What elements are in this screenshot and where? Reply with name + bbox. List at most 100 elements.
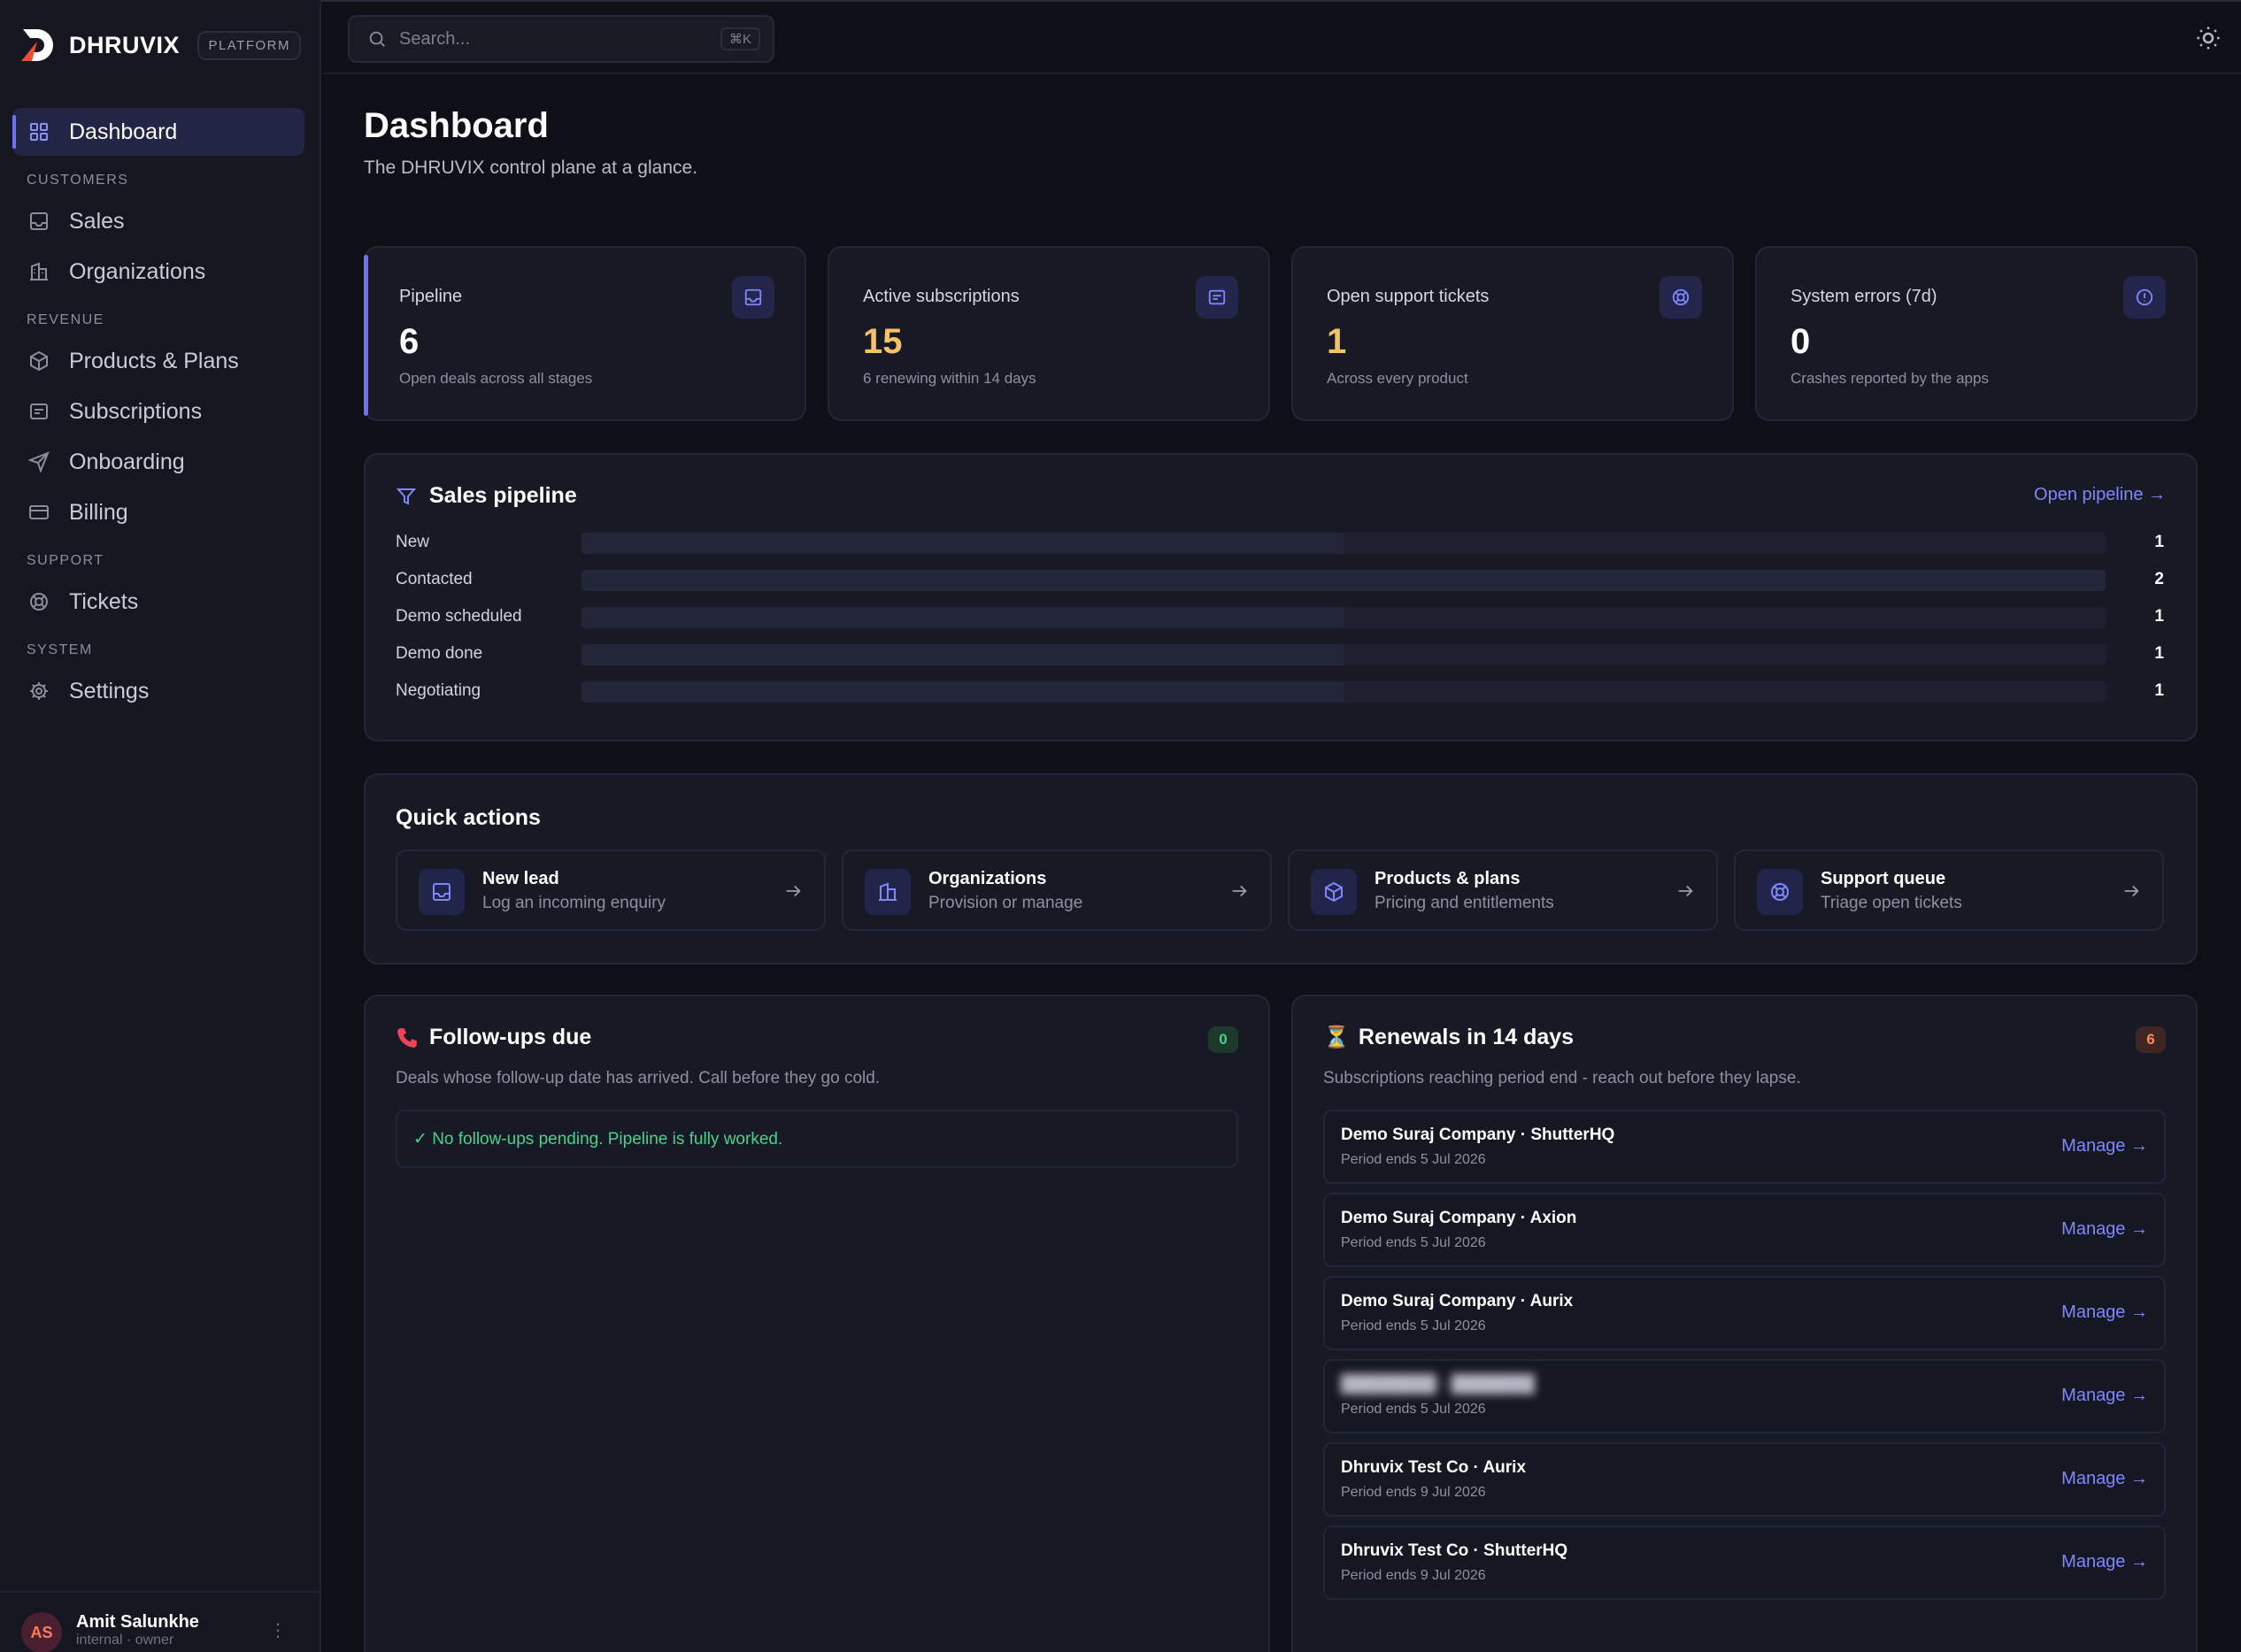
search-input[interactable]: Search... bbox=[399, 29, 470, 50]
renewal-item[interactable]: Demo Suraj Company · Axion Period ends 5 … bbox=[1323, 1193, 2166, 1267]
followups-card: Follow-ups due 0 Deals whose follow-up d… bbox=[364, 995, 1270, 1652]
quick-action-sub: Pricing and entitlements bbox=[1375, 894, 1554, 912]
pipeline-bar-fill bbox=[581, 681, 1344, 703]
manage-link[interactable]: Manage → bbox=[2061, 1136, 2148, 1156]
followups-count-badge: 0 bbox=[1208, 1026, 1238, 1053]
quick-action-title: New lead bbox=[482, 869, 559, 888]
sidebar-item-organizations[interactable]: Organizations bbox=[12, 248, 304, 296]
renewal-name: ████████ · ███████ bbox=[1341, 1375, 1535, 1394]
brand[interactable]: DHRUVIX PLATFORM bbox=[18, 25, 301, 65]
inbox-icon bbox=[732, 276, 774, 319]
sidebar-item-label: Dashboard bbox=[69, 119, 178, 144]
sidebar-nav: Dashboard CUSTOMERS Sales Organizations … bbox=[12, 108, 304, 718]
manage-link[interactable]: Manage → bbox=[2061, 1469, 2148, 1489]
renewal-name: Demo Suraj Company · Axion bbox=[1341, 1209, 1577, 1227]
pipeline-bar-track bbox=[581, 681, 2106, 703]
send-icon bbox=[28, 451, 50, 473]
pipeline-bar-track bbox=[581, 570, 2106, 591]
renewal-name: Dhruvix Test Co · Aurix bbox=[1341, 1458, 1527, 1477]
renewals-count-badge: 6 bbox=[2136, 1026, 2166, 1053]
user-profile[interactable]: AS Amit Salunkhe internal · owner ⋮ bbox=[0, 1591, 320, 1652]
sidebar-item-label: Onboarding bbox=[69, 449, 185, 474]
quick-action-title: Support queue bbox=[1821, 869, 1946, 888]
gear-icon bbox=[30, 682, 48, 700]
quick-action-sub: Provision or manage bbox=[928, 894, 1083, 912]
sidebar-item-subscriptions[interactable]: Subscriptions bbox=[12, 388, 304, 435]
manage-link[interactable]: Manage → bbox=[2061, 1219, 2148, 1240]
sales-pipeline-title: Sales pipeline bbox=[396, 483, 577, 509]
sidebar-item-products-plans[interactable]: Products & Plans bbox=[12, 337, 304, 385]
arrow-right-icon bbox=[2124, 885, 2139, 897]
stat-card-subscriptions[interactable]: Active subscriptions 15 6 renewing withi… bbox=[828, 246, 1270, 421]
sidebar-item-label: Organizations bbox=[69, 258, 206, 284]
search-shortcut: ⌘K bbox=[720, 27, 760, 50]
followups-empty-state: ✓ No follow-ups pending. Pipeline is ful… bbox=[396, 1110, 1238, 1168]
renewals-card: ⏳ Renewals in 14 days 6 Subscriptions re… bbox=[1291, 995, 2198, 1652]
hourglass-icon: ⏳ bbox=[1323, 1026, 1350, 1049]
pipeline-stage-count: 1 bbox=[2154, 533, 2164, 551]
renewal-item[interactable]: ████████ · ███████ Period ends 5 Jul 2026… bbox=[1323, 1359, 2166, 1433]
renewal-period: Period ends 9 Jul 2026 bbox=[1341, 1568, 1486, 1583]
section-title-text: Follow-ups due bbox=[429, 1025, 592, 1049]
pipeline-bar-track bbox=[581, 607, 2106, 628]
sidebar-item-settings[interactable]: Settings bbox=[12, 667, 304, 715]
renewal-period: Period ends 5 Jul 2026 bbox=[1341, 1318, 1486, 1333]
sidebar-item-sales[interactable]: Sales bbox=[12, 197, 304, 245]
topbar: Search... ⌘K bbox=[323, 2, 2241, 74]
stat-card-tickets[interactable]: Open support tickets 1 Across every prod… bbox=[1291, 246, 1734, 421]
pipeline-stage-count: 2 bbox=[2154, 570, 2164, 588]
quick-action-products-plans[interactable]: Products & plans Pricing and entitlement… bbox=[1288, 849, 1718, 931]
pipeline-stage-label: Contacted bbox=[396, 570, 473, 588]
sidebar: DHRUVIX PLATFORM Dashboard CUSTOMERS Sal… bbox=[0, 0, 321, 1652]
manage-link[interactable]: Manage → bbox=[2061, 1302, 2148, 1323]
stat-card-errors[interactable]: System errors (7d) 0 Crashes reported by… bbox=[1755, 246, 2198, 421]
renewal-item[interactable]: Demo Suraj Company · Aurix Period ends 5 … bbox=[1323, 1276, 2166, 1350]
manage-link[interactable]: Manage → bbox=[2061, 1552, 2148, 1572]
manage-link[interactable]: Manage → bbox=[2061, 1386, 2148, 1406]
pipeline-bar-track bbox=[581, 533, 2106, 554]
sun-icon[interactable] bbox=[2195, 25, 2222, 51]
section-customers: CUSTOMERS bbox=[27, 173, 129, 188]
quick-action-new-lead[interactable]: New lead Log an incoming enquiry bbox=[396, 849, 826, 931]
stat-sub: Across every product bbox=[1327, 370, 1468, 387]
sales-pipeline-card: Sales pipeline Open pipeline → New 1 Conta… bbox=[364, 453, 2198, 741]
renewal-period: Period ends 5 Jul 2026 bbox=[1341, 1402, 1486, 1417]
inbox-icon bbox=[419, 869, 465, 915]
sidebar-item-onboarding[interactable]: Onboarding bbox=[12, 438, 304, 486]
quick-action-organizations[interactable]: Organizations Provision or manage bbox=[842, 849, 1272, 931]
inbox-icon bbox=[30, 212, 48, 230]
sidebar-item-label: Tickets bbox=[69, 588, 139, 614]
search-bar[interactable]: Search... ⌘K bbox=[348, 15, 774, 63]
stat-card-pipeline[interactable]: Pipeline 6 Open deals across all stages bbox=[364, 246, 806, 421]
quick-action-support-queue[interactable]: Support queue Triage open tickets bbox=[1734, 849, 2164, 931]
arrow-right-icon bbox=[786, 885, 801, 897]
sidebar-item-tickets[interactable]: Tickets bbox=[12, 578, 304, 626]
search-icon bbox=[369, 31, 385, 47]
pipeline-bar-fill bbox=[581, 607, 1344, 628]
renewal-item[interactable]: Dhruvix Test Co · ShutterHQ Period ends 9… bbox=[1323, 1525, 2166, 1600]
pipeline-bar-fill bbox=[581, 644, 1344, 665]
pipeline-row: Demo scheduled 1 bbox=[396, 603, 2164, 630]
renewal-item[interactable]: Demo Suraj Company · ShutterHQ Period end… bbox=[1323, 1110, 2166, 1184]
renewals-title: ⏳ Renewals in 14 days bbox=[1323, 1025, 1574, 1050]
quick-action-title: Organizations bbox=[928, 869, 1047, 888]
stat-value: 15 bbox=[863, 322, 903, 361]
lifebuoy-icon bbox=[30, 593, 48, 611]
lifebuoy-icon bbox=[1660, 276, 1702, 319]
box-icon bbox=[1311, 869, 1357, 915]
quick-action-sub: Log an incoming enquiry bbox=[482, 894, 666, 912]
sidebar-item-billing[interactable]: Billing bbox=[12, 488, 304, 536]
credit-card-icon bbox=[29, 505, 49, 519]
renewal-item[interactable]: Dhruvix Test Co · Aurix Period ends 9 Jul… bbox=[1323, 1442, 2166, 1517]
user-role: internal · owner bbox=[76, 1633, 174, 1648]
followups-title: Follow-ups due bbox=[396, 1025, 591, 1050]
sidebar-item-label: Sales bbox=[69, 208, 125, 234]
page-title: Dashboard bbox=[364, 106, 549, 145]
avatar: AS bbox=[21, 1612, 62, 1652]
more-vertical-icon[interactable]: ⋮ bbox=[269, 1619, 287, 1641]
renewal-name: Demo Suraj Company · ShutterHQ bbox=[1341, 1126, 1615, 1144]
quick-action-title: Products & plans bbox=[1375, 869, 1521, 888]
sidebar-item-dashboard[interactable]: Dashboard bbox=[12, 108, 304, 156]
open-pipeline-link[interactable]: Open pipeline → bbox=[2034, 485, 2166, 505]
stat-label: Active subscriptions bbox=[863, 287, 1020, 306]
